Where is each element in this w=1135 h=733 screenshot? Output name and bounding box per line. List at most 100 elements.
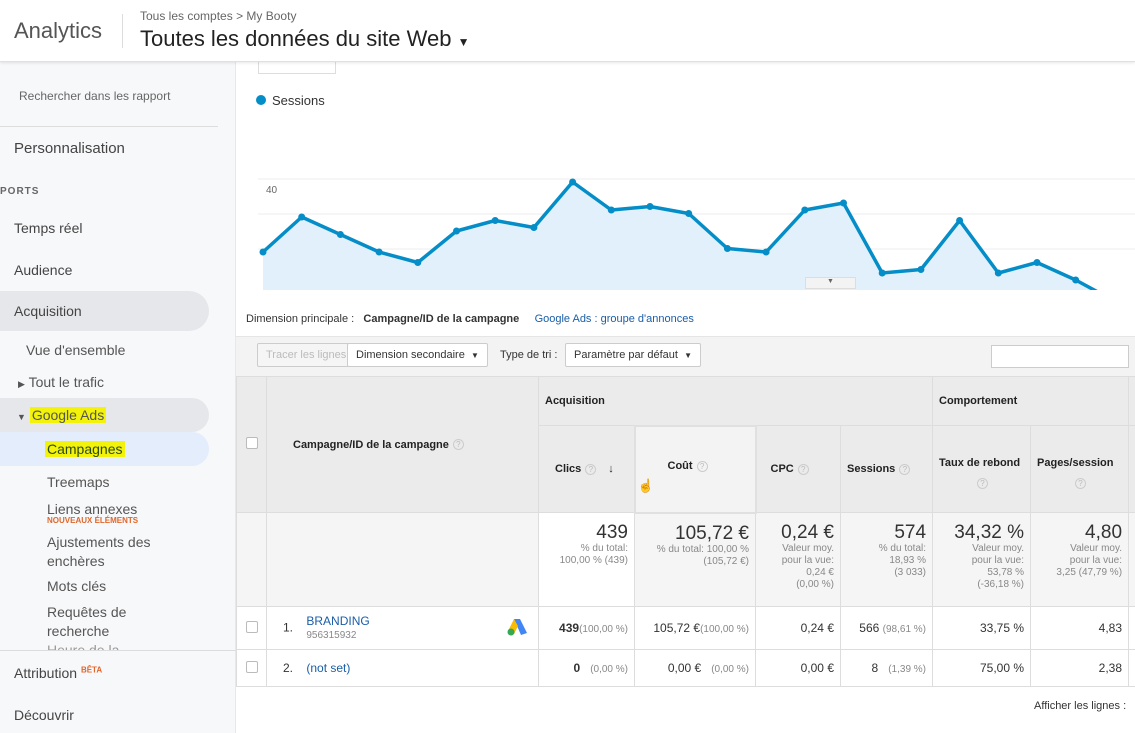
col-cpc[interactable]: CPC? [755, 425, 841, 513]
data-point [491, 217, 499, 224]
data-point [1033, 259, 1041, 266]
sidebar-item-sitelinks[interactable]: Liens annexes [47, 501, 137, 517]
sidebar-item-label: Attribution [14, 665, 78, 681]
analytics-logo[interactable]: Analytics [14, 18, 102, 44]
sessions-cell: 8 (1,39 %) [839, 649, 934, 687]
col-pages-session[interactable]: Pages/session? [1030, 425, 1130, 513]
breadcrumb-property[interactable]: My Booty [246, 9, 296, 23]
breadcrumb-account[interactable]: Tous les comptes [140, 9, 233, 23]
data-point [840, 199, 847, 207]
table-row: 1. BRANDING 956315932 439(100,00 %) 105,7… [236, 606, 1135, 650]
sessions-cell: 566 (98,61 %) [839, 606, 934, 650]
campaign-cell: 2. (not set) [266, 649, 539, 687]
group-more [1128, 376, 1135, 426]
campaign-link[interactable]: (not set) [306, 661, 350, 675]
col-cost[interactable]: Coût? ☝ [633, 424, 757, 514]
campaign-id: 956315932 [306, 629, 357, 641]
sidebar-item-all-traffic[interactable]: ▶ Tout le trafic [18, 374, 104, 390]
plot-rows-button[interactable]: Tracer les lignes [257, 343, 356, 367]
column-label: Clics [555, 463, 582, 475]
sidebar-item-label: Requêtes de [47, 604, 127, 620]
help-icon[interactable]: ? [696, 460, 708, 472]
data-point [1072, 276, 1080, 284]
sidebar-item-discover[interactable]: Découvrir [14, 707, 74, 723]
sidebar-item-keywords[interactable]: Mots clés [47, 578, 106, 594]
sidebar-item-audience[interactable]: Audience [14, 262, 72, 278]
sidebar-item-acquisition[interactable]: Acquisition [0, 291, 209, 331]
totals-empty [1128, 512, 1135, 607]
sessions-area [263, 182, 1095, 290]
data-point [801, 206, 809, 214]
caret-down-icon: ▼ [457, 35, 470, 49]
col-campaign[interactable]: Campagne/ID de la campagne? [266, 376, 539, 513]
help-icon[interactable]: ? [797, 463, 809, 475]
sessions-chart[interactable]: 204021 avr.23 avr.25 avr.27 avr.29 avr.1… [236, 80, 1135, 290]
data-point [336, 231, 344, 238]
help-icon[interactable]: ? [585, 463, 597, 475]
row-checkbox[interactable] [245, 620, 258, 633]
campaign-table: Campagne/ID de la campagne? Acquisition … [236, 376, 1135, 687]
table-row: 2. (not set) 0 (0,00 %) 0,00 € (0,00 %) … [236, 649, 1135, 687]
sidebar-item-overview[interactable]: Vue d'ensemble [26, 342, 125, 358]
clicks-cell: 439(100,00 %) [538, 606, 635, 650]
bounce-cell: 75,00 % [932, 649, 1032, 687]
help-icon[interactable]: ? [1075, 477, 1087, 489]
chart-collapse-handle[interactable]: ▼ [805, 277, 856, 289]
row-checkbox[interactable] [245, 660, 258, 673]
more-cell [1128, 649, 1135, 687]
table-toolbar: Tracer les lignes Dimension secondaire ▼… [236, 336, 1135, 376]
sidebar-item-label: recherche [47, 623, 110, 639]
help-icon[interactable]: ? [977, 477, 989, 489]
row-index: 1. [283, 620, 294, 635]
col-clicks[interactable]: Clics? ↓ [538, 425, 635, 513]
total-cost: 105,72 €% du total: 100,00 % (105,72 €) [634, 512, 756, 607]
sort-type-label: Type de tri : [500, 349, 558, 361]
help-icon[interactable]: ? [899, 463, 911, 475]
primary-dimension-adgroup-link[interactable]: Google Ads : groupe d'annonces [535, 313, 694, 325]
sidebar-item-hour[interactable]: Heure de la [47, 642, 119, 650]
column-label: Sessions [847, 463, 896, 475]
data-point [569, 178, 577, 186]
sidebar-item-bid-adjustments[interactable]: Ajustements des enchères [47, 534, 151, 572]
column-label: Campagne/ID de la campagne [293, 438, 449, 451]
column-label: Taux de rebond [939, 457, 1021, 469]
total-cpc: 0,24 € Valeur moy. pour la vue: 0,24 € (0,00… [755, 512, 841, 607]
data-point [646, 203, 654, 210]
cost-cell: 105,72 €(100,00 %) [634, 606, 756, 650]
view-selector[interactable]: Toutes les données du site Web ▼ [140, 26, 469, 52]
sidebar-item-label: Campagnes [45, 441, 125, 457]
cpc-cell: 0,00 € [755, 649, 841, 687]
primary-dimension-label: Dimension principale : [246, 313, 355, 325]
data-point [607, 206, 615, 214]
sidebar-item-label: Google Ads [29, 407, 107, 423]
select-all-checkbox[interactable] [245, 437, 258, 449]
show-rows-label: Afficher les lignes : [1034, 700, 1127, 712]
total-sessions: 574% du total: 18,93 % (3 033) [839, 512, 934, 607]
sidebar-item-personalisation[interactable]: Personnalisation [14, 140, 125, 157]
data-point [375, 248, 383, 256]
sidebar-item-treemaps[interactable]: Treemaps [47, 474, 110, 490]
divider [122, 14, 123, 48]
pages-cell: 4,83 [1030, 606, 1130, 650]
sidebar: Rechercher dans les rapport Personnalisa… [0, 62, 236, 733]
help-icon[interactable]: ? [452, 439, 464, 451]
table-search-input[interactable] [991, 345, 1129, 368]
sidebar-item-google-ads[interactable]: ▼ Google Ads [0, 398, 209, 432]
dimension-bar: Dimension principale : Campagne/ID de la… [246, 313, 694, 325]
data-point [530, 224, 538, 231]
sort-type-dropdown[interactable]: Paramètre par défaut ▼ [565, 343, 701, 367]
col-bounce-rate[interactable]: Taux de rebond? [932, 425, 1032, 513]
caret-down-icon: ▼ [17, 412, 26, 422]
secondary-dimension-dropdown[interactable]: Dimension secondaire ▼ [347, 343, 488, 367]
primary-dimension-active: Campagne/ID de la campagne [363, 313, 520, 325]
row-checkbox-cell [236, 649, 267, 687]
report-search-input[interactable]: Rechercher dans les rapport [19, 89, 170, 103]
col-sessions[interactable]: Sessions? [839, 425, 934, 513]
sidebar-item-attribution[interactable]: Attribution BÊTA [14, 665, 102, 681]
campaign-link[interactable]: BRANDING [306, 614, 369, 628]
group-acquisition: Acquisition [537, 376, 934, 426]
divider [0, 126, 218, 127]
sidebar-item-search-queries[interactable]: Requêtes de recherche [47, 604, 126, 646]
sidebar-item-campaigns[interactable]: Campagnes [0, 432, 209, 466]
sidebar-item-realtime[interactable]: Temps réel [14, 220, 82, 236]
